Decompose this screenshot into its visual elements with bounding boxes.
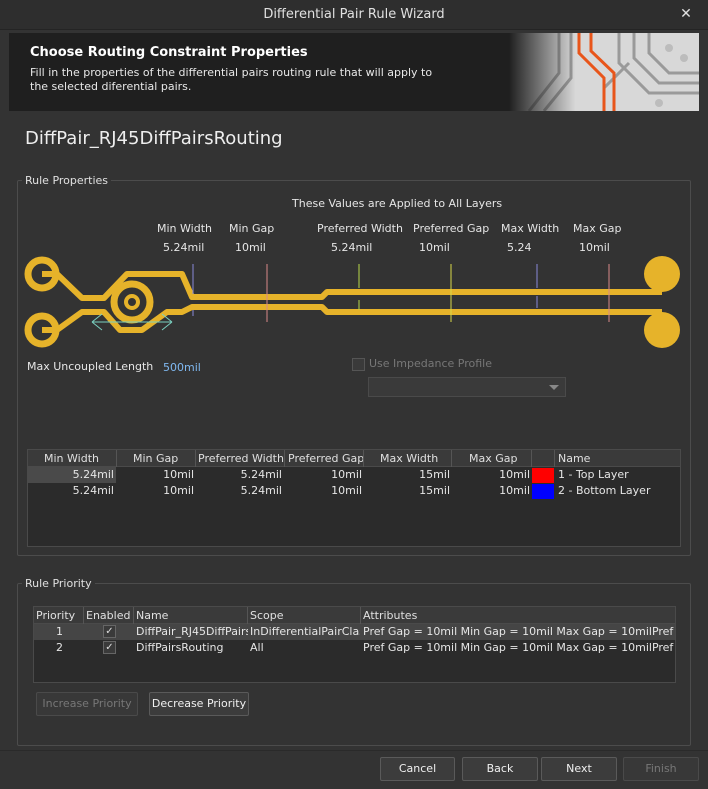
- cell-pref-gap[interactable]: 10mil: [286, 484, 362, 497]
- impedance-profile-label: Use Impedance Profile: [369, 357, 492, 370]
- cell-scope[interactable]: InDifferentialPairClas: [250, 625, 360, 638]
- chevron-down-icon: [549, 385, 559, 390]
- col-enabled[interactable]: Enabled: [86, 609, 130, 622]
- col-priority[interactable]: Priority: [36, 609, 75, 622]
- col-preferred-gap[interactable]: Preferred Gap: [288, 452, 364, 465]
- min-width-label: Min Width: [157, 222, 212, 235]
- rule-properties-label: Rule Properties: [22, 174, 112, 187]
- finish-button[interactable]: Finish: [623, 757, 699, 781]
- rule-name-title: DiffPair_RJ45DiffPairsRouting: [25, 128, 283, 149]
- preferred-gap-label: Preferred Gap: [413, 222, 490, 235]
- max-uncoupled-value[interactable]: 500mil: [163, 361, 201, 374]
- pad-right-bottom: [644, 312, 680, 348]
- cell-attributes[interactable]: Pref Gap = 10mil Min Gap = 10mil Max Gap…: [363, 625, 675, 638]
- col-attributes[interactable]: Attributes: [363, 609, 417, 622]
- table-row[interactable]: 1 ✓ DiffPair_RJ45DiffPairs InDifferentia…: [34, 624, 675, 640]
- diagram-caption: These Values are Applied to All Layers: [292, 197, 503, 210]
- cell-priority: 1: [56, 625, 63, 638]
- enabled-checkbox[interactable]: ✓: [103, 625, 116, 638]
- cell-max-width[interactable]: 15mil: [366, 484, 450, 497]
- col-max-gap[interactable]: Max Gap: [469, 452, 518, 465]
- cell-max-width[interactable]: 15mil: [366, 468, 450, 481]
- cell-layer-name[interactable]: 1 - Top Layer: [558, 468, 629, 481]
- close-icon[interactable]: ✕: [678, 6, 694, 22]
- increase-priority-button[interactable]: Increase Priority: [36, 692, 138, 716]
- cell-max-gap[interactable]: 10mil: [454, 484, 530, 497]
- via-circle: [110, 280, 154, 324]
- diff-pair-diagram: [24, 256, 680, 348]
- cell-pref-width[interactable]: 5.24mil: [198, 468, 282, 481]
- cell-min-width[interactable]: 5.24mil: [28, 484, 114, 497]
- cell-min-width[interactable]: 5.24mil: [28, 468, 114, 481]
- wizard-header: Choose Routing Constraint Properties Fil…: [9, 33, 699, 111]
- cell-max-gap[interactable]: 10mil: [454, 468, 530, 481]
- max-uncoupled-label: Max Uncoupled Length: [27, 360, 154, 373]
- cell-rule-name[interactable]: DiffPair_RJ45DiffPairs: [136, 625, 248, 638]
- layer-table-header: Min Width Min Gap Preferred Width Prefer…: [28, 450, 680, 467]
- col-max-width[interactable]: Max Width: [380, 452, 438, 465]
- preferred-width-label: Preferred Width: [317, 222, 403, 235]
- back-button[interactable]: Back: [462, 757, 538, 781]
- col-min-width[interactable]: Min Width: [44, 452, 99, 465]
- window-title: Differential Pair Rule Wizard: [263, 7, 445, 22]
- impedance-profile-dropdown[interactable]: [368, 377, 566, 397]
- header-title: Choose Routing Constraint Properties: [30, 45, 308, 60]
- cell-pref-gap[interactable]: 10mil: [286, 468, 362, 481]
- enabled-checkbox[interactable]: ✓: [103, 641, 116, 654]
- col-name[interactable]: Name: [558, 452, 590, 465]
- col-preferred-width[interactable]: Preferred Width: [198, 452, 284, 465]
- min-gap-label: Min Gap: [229, 222, 275, 235]
- cell-min-gap[interactable]: 10mil: [118, 484, 194, 497]
- cell-rule-name[interactable]: DiffPairsRouting: [136, 641, 248, 654]
- priority-table-header: Priority Enabled Name Scope Attributes: [34, 607, 675, 624]
- cell-min-gap[interactable]: 10mil: [118, 468, 194, 481]
- layer-table: Min Width Min Gap Preferred Width Prefer…: [27, 449, 681, 547]
- cell-pref-width[interactable]: 5.24mil: [198, 484, 282, 497]
- table-row[interactable]: 2 ✓ DiffPairsRouting All Pref Gap = 10mi…: [34, 640, 675, 656]
- col-min-gap[interactable]: Min Gap: [133, 452, 178, 465]
- col-name[interactable]: Name: [136, 609, 168, 622]
- table-row[interactable]: 5.24mil 10mil 5.24mil 10mil 15mil 10mil …: [28, 483, 680, 499]
- rule-priority-label: Rule Priority: [22, 577, 95, 590]
- table-row[interactable]: 5.24mil 10mil 5.24mil 10mil 15mil 10mil …: [28, 467, 680, 483]
- impedance-profile-checkbox[interactable]: [352, 358, 365, 371]
- cancel-button[interactable]: Cancel: [380, 757, 455, 781]
- next-button[interactable]: Next: [541, 757, 617, 781]
- pcb-banner-icon: [509, 33, 699, 111]
- max-gap-label: Max Gap: [573, 222, 622, 235]
- max-width-label: Max Width: [501, 222, 560, 235]
- decrease-priority-button[interactable]: Decrease Priority: [149, 692, 249, 716]
- cell-priority: 2: [56, 641, 63, 654]
- priority-table: Priority Enabled Name Scope Attributes 1…: [33, 606, 676, 683]
- pad-right-top: [644, 256, 680, 292]
- title-bar: Differential Pair Rule Wizard ✕: [0, 0, 708, 30]
- header-description: Fill in the properties of the differenti…: [30, 66, 433, 93]
- cell-attributes[interactable]: Pref Gap = 10mil Min Gap = 10mil Max Gap…: [363, 641, 675, 654]
- layer-color-swatch[interactable]: [532, 468, 554, 483]
- layer-color-swatch[interactable]: [532, 484, 554, 499]
- cell-layer-name[interactable]: 2 - Bottom Layer: [558, 484, 650, 497]
- col-scope[interactable]: Scope: [250, 609, 284, 622]
- cell-scope[interactable]: All: [250, 641, 360, 654]
